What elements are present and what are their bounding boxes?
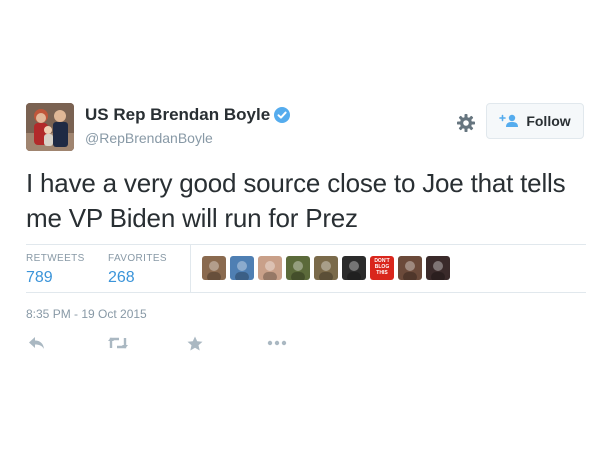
retweets-label: RETWEETS — [26, 253, 85, 264]
user-handle[interactable]: @RepBrendanBoyle — [85, 130, 213, 146]
favoriter-avatar[interactable] — [398, 256, 422, 280]
favoriter-avatar-image — [347, 261, 361, 280]
tweet-stats: RETWEETS 789 FAVORITES 268 DON'T BLOG TH… — [26, 244, 586, 293]
favoriter-avatar-text: DON'T BLOG THIS — [374, 258, 390, 276]
favoriter-avatars: DON'T BLOG THIS — [202, 256, 454, 280]
favorite-button[interactable] — [187, 336, 203, 351]
favoriter-avatar[interactable] — [258, 256, 282, 280]
favoriter-avatar[interactable] — [230, 256, 254, 280]
avatar-image — [26, 103, 74, 151]
favoriter-avatar-image — [291, 261, 305, 280]
favoriter-avatar[interactable] — [202, 256, 226, 280]
verified-badge-icon — [274, 107, 291, 123]
favorites-count: 268 — [108, 269, 135, 286]
favoriter-avatar[interactable] — [314, 256, 338, 280]
favoriter-avatar-image — [403, 261, 417, 280]
favoriter-avatar[interactable] — [426, 256, 450, 280]
favorites-stat[interactable]: FAVORITES 268 — [108, 253, 167, 287]
favoriter-avatar[interactable]: DON'T BLOG THIS — [370, 256, 394, 280]
stats-divider — [190, 245, 191, 292]
display-name[interactable]: US Rep Brendan Boyle — [85, 105, 270, 125]
favoriter-avatar-image — [431, 261, 445, 280]
more-button[interactable] — [267, 340, 287, 346]
retweet-icon — [108, 337, 128, 349]
follow-button[interactable]: Follow — [486, 103, 584, 139]
retweets-count: 789 — [26, 269, 53, 286]
favorite-icon — [187, 336, 203, 351]
favorites-label: FAVORITES — [108, 253, 167, 264]
retweet-button[interactable] — [107, 336, 129, 350]
settings-gear-button[interactable] — [454, 111, 478, 135]
gear-icon — [457, 114, 475, 132]
favoriter-avatar-image — [319, 261, 333, 280]
favoriter-avatar[interactable] — [286, 256, 310, 280]
add-user-icon — [499, 114, 519, 127]
more-icon — [267, 340, 287, 346]
favoriter-avatar-image — [263, 261, 277, 280]
favoriter-avatar-image — [235, 261, 249, 280]
tweet-text: I have a very good source close to Joe t… — [26, 168, 566, 233]
follow-button-label: Follow — [526, 113, 571, 129]
tweet-card: US Rep Brendan Boyle @RepBrendanBoyle Fo… — [26, 103, 588, 351]
reply-icon — [29, 337, 44, 349]
retweets-stat[interactable]: RETWEETS 789 — [26, 253, 85, 287]
tweet-timestamp[interactable]: 8:35 PM - 19 Oct 2015 — [26, 307, 147, 321]
reply-button[interactable] — [28, 336, 46, 350]
name-row: US Rep Brendan Boyle — [85, 105, 291, 125]
tweet-header: US Rep Brendan Boyle @RepBrendanBoyle Fo… — [26, 103, 588, 155]
favoriter-avatar[interactable] — [342, 256, 366, 280]
profile-avatar[interactable] — [26, 103, 74, 151]
favoriter-avatar-image — [207, 261, 221, 280]
